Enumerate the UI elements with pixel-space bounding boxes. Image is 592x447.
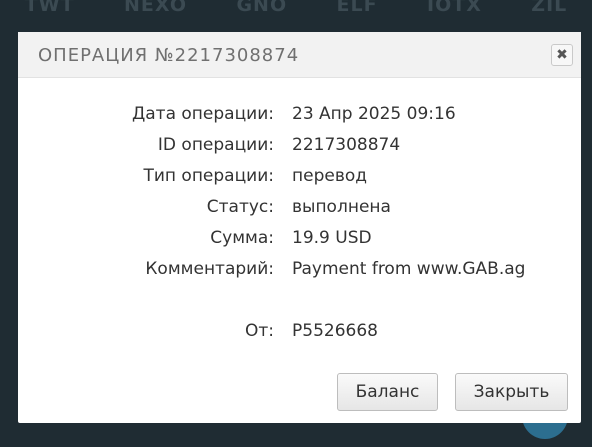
ticker-label: ZIL	[531, 0, 568, 16]
detail-value: Payment from www.GAB.ag	[292, 258, 526, 279]
ticker-label: IOTX	[427, 0, 482, 16]
detail-label: Статус:	[206, 196, 274, 217]
detail-row-date: Дата операции: 23 Апр 2025 09:16	[18, 98, 581, 129]
detail-label: Сумма:	[210, 227, 274, 248]
ticker-label: TWT	[24, 0, 75, 16]
detail-value: 2217308874	[292, 134, 401, 155]
close-button[interactable]: Закрыть	[455, 373, 568, 411]
ticker-label: NEXO	[124, 0, 188, 16]
ticker-label: GNO	[236, 0, 288, 16]
close-icon[interactable]: ✖	[551, 44, 573, 66]
detail-row-comment: Комментарий: Payment from www.GAB.ag	[18, 253, 581, 284]
balance-button[interactable]: Баланс	[337, 373, 438, 411]
detail-value: 19.9 USD	[292, 227, 372, 248]
dialog-title: ОПЕРАЦИЯ №2217308874	[38, 45, 300, 66]
detail-row-type: Тип операции: перевод	[18, 160, 581, 191]
detail-value: перевод	[292, 165, 367, 186]
detail-value: 23 Апр 2025 09:16	[292, 103, 456, 124]
dialog-header: ОПЕРАЦИЯ №2217308874 ✖	[18, 32, 581, 78]
detail-row-id: ID операции: 2217308874	[18, 129, 581, 160]
detail-value: P5526668	[292, 320, 378, 341]
operation-dialog: ОПЕРАЦИЯ №2217308874 ✖ Дата операции: 23…	[18, 32, 581, 423]
operation-details: Дата операции: 23 Апр 2025 09:16 ID опер…	[18, 98, 581, 346]
detail-row-status: Статус: выполнена	[18, 191, 581, 222]
background-ticker-bar: TWT NEXO GNO ELF IOTX ZIL	[0, 0, 592, 20]
detail-label: Дата операции:	[131, 103, 274, 124]
detail-value: выполнена	[292, 196, 391, 217]
detail-row-amount: Сумма: 19.9 USD	[18, 222, 581, 253]
detail-label: ID операции:	[157, 134, 274, 155]
detail-label: Комментарий:	[145, 258, 274, 279]
detail-label: От:	[244, 320, 274, 341]
ticker-label: ELF	[336, 0, 378, 16]
detail-label: Тип операции:	[143, 165, 274, 186]
detail-row-from: От: P5526668	[18, 315, 581, 346]
